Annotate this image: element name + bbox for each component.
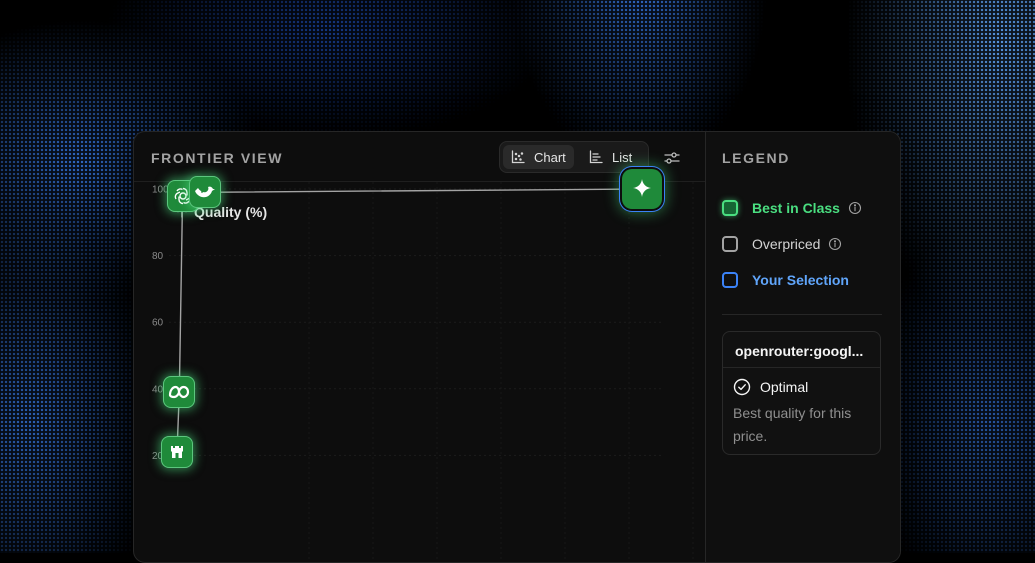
legend-title: LEGEND <box>722 150 790 166</box>
status-label: Optimal <box>760 379 809 395</box>
scatter-chart-icon <box>511 150 525 164</box>
deepseek-whale-icon <box>193 183 217 201</box>
gemini-sparkle-icon <box>631 178 653 200</box>
meta-logo-icon <box>168 384 190 400</box>
check-circle-icon <box>733 378 751 396</box>
model-node-castle-logo[interactable] <box>161 436 193 469</box>
y-tick-label: 60 <box>152 318 164 329</box>
chart-view-label: Chart <box>534 149 566 165</box>
y-axis-ticks: 20406080100 <box>152 185 169 462</box>
legend-divider <box>722 314 882 315</box>
model-node-gemini-sparkle[interactable] <box>622 169 662 209</box>
chart-header: FRONTIER VIEW Chart List <box>134 132 705 182</box>
view-toggle: Chart List <box>499 141 649 173</box>
panel-title: FRONTIER VIEW <box>151 150 284 166</box>
info-icon[interactable] <box>828 237 842 251</box>
castle-logo-icon <box>168 443 186 461</box>
selection-status: Optimal <box>733 378 808 396</box>
legend-swatch-blue <box>722 272 738 288</box>
legend-swatch-gray <box>722 236 738 252</box>
chart-view-button[interactable]: Chart <box>503 145 574 169</box>
y-tick-label: 80 <box>152 251 164 262</box>
legend-item-overpriced: Overpriced <box>722 234 842 254</box>
legend-swatch-green <box>722 200 738 216</box>
bar-list-icon <box>589 150 603 164</box>
chart-area: FRONTIER VIEW Chart List Quality (%) 20 … <box>134 132 705 562</box>
selection-card[interactable]: openrouter:googl... Optimal Best quality… <box>722 331 881 455</box>
model-node-deepseek-whale[interactable] <box>188 176 221 209</box>
legend-panel: LEGEND Best in Class Overpriced Your Sel… <box>705 132 900 562</box>
legend-label-selection: Your Selection <box>752 272 849 288</box>
grid-lines <box>169 182 694 562</box>
frontier-panel: FRONTIER VIEW Chart List Quality (%) 20 … <box>133 131 901 563</box>
y-tick-label: 40 <box>152 384 164 395</box>
model-node-meta-logo[interactable] <box>163 376 196 409</box>
legend-label-best: Best in Class <box>752 200 840 216</box>
info-icon[interactable] <box>848 201 862 215</box>
scatter-plot: 20406080100 <box>152 182 694 562</box>
legend-label-overpriced: Overpriced <box>752 236 821 252</box>
legend-item-best-in-class: Best in Class <box>722 198 862 218</box>
list-view-label: List <box>612 149 633 165</box>
selected-model-name: openrouter:googl... <box>723 332 880 368</box>
legend-item-your-selection: Your Selection <box>722 270 849 290</box>
frontier-line <box>176 188 643 453</box>
list-view-button[interactable]: List <box>581 145 640 169</box>
settings-button[interactable] <box>662 148 682 168</box>
sliders-icon <box>664 152 680 164</box>
selection-description: Best quality for this price. <box>733 405 852 444</box>
